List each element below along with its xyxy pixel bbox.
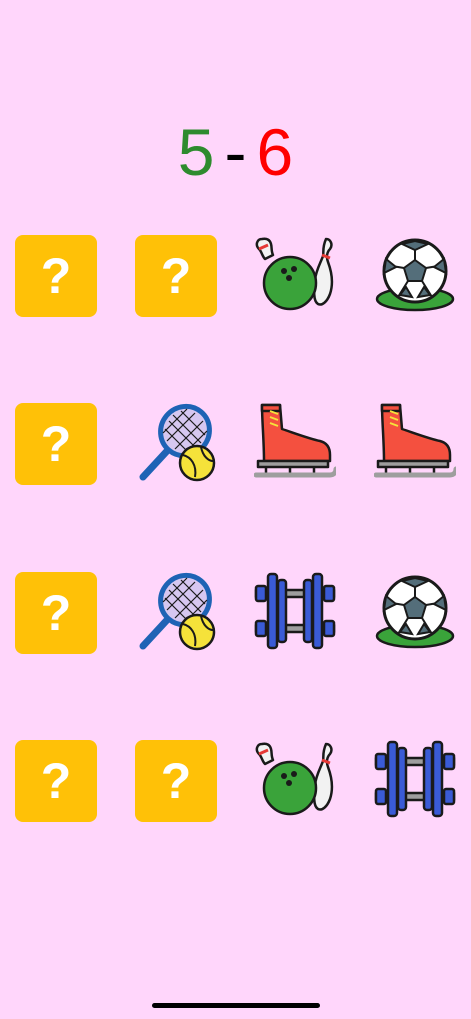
revealed-card[interactable] [254, 235, 336, 317]
soccer-ball-icon [374, 233, 456, 320]
hidden-card[interactable]: ? [15, 403, 97, 485]
home-indicator [152, 1003, 320, 1008]
revealed-card[interactable] [253, 401, 339, 488]
card-back: ? [15, 403, 97, 485]
revealed-card[interactable] [135, 572, 217, 654]
question-mark-icon: ? [40, 248, 72, 304]
hidden-card[interactable]: ? [15, 740, 97, 822]
bowling-icon [254, 233, 336, 320]
hidden-card[interactable]: ? [15, 235, 97, 317]
dumbbell-icon [254, 570, 336, 657]
ice-skate-icon [253, 401, 339, 488]
question-mark-icon: ? [40, 585, 72, 641]
card-back: ? [135, 235, 217, 317]
tennis-racket-icon [135, 570, 217, 657]
ice-skate-icon [373, 401, 459, 488]
tennis-racket-icon [135, 401, 217, 488]
revealed-card[interactable] [374, 572, 456, 654]
dumbbell-icon [374, 738, 456, 825]
revealed-card[interactable] [374, 235, 456, 317]
revealed-card[interactable] [374, 740, 456, 822]
revealed-card[interactable] [254, 572, 336, 654]
card-back: ? [135, 740, 217, 822]
question-mark-icon: ? [160, 248, 192, 304]
hidden-card[interactable]: ? [135, 740, 217, 822]
revealed-card[interactable] [373, 401, 459, 488]
question-mark-icon: ? [40, 416, 72, 472]
revealed-card[interactable] [135, 403, 217, 485]
soccer-ball-icon [374, 570, 456, 657]
card-grid: ?? ? ? ? ? [0, 0, 471, 1019]
question-mark-icon: ? [160, 753, 192, 809]
card-back: ? [15, 740, 97, 822]
revealed-card[interactable] [254, 740, 336, 822]
card-back: ? [15, 235, 97, 317]
hidden-card[interactable]: ? [15, 572, 97, 654]
hidden-card[interactable]: ? [135, 235, 217, 317]
question-mark-icon: ? [40, 753, 72, 809]
card-back: ? [15, 572, 97, 654]
bowling-icon [254, 738, 336, 825]
